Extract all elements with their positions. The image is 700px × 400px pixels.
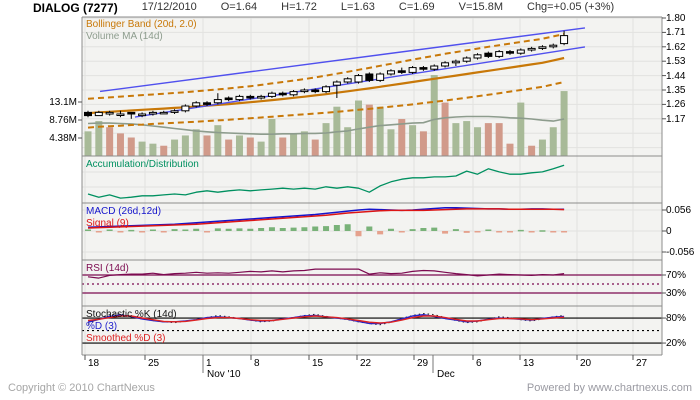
stoch-axis-label: 80% (666, 313, 687, 324)
legend-bollinger-band: Bollinger Band (20d, 2.0) (86, 19, 197, 30)
volume-axis-label: 4.38M (49, 133, 77, 144)
legend-macd: MACD (26d,12d) (86, 206, 162, 217)
date-tick-label: 22 (360, 358, 372, 369)
date-tick-label: 6 (476, 358, 482, 369)
date-tick-label: 1 (206, 358, 212, 369)
date-tick-label: 8 (254, 358, 260, 369)
date-tick-label: 27 (636, 358, 648, 369)
macd-axis-label: 0 (666, 226, 672, 237)
quote-close: C=1.69 (398, 1, 435, 13)
quote-open: O=1.64 (220, 1, 258, 13)
quote-volume: V=15.8M (458, 1, 503, 13)
price-axis-label: 1.71 (666, 27, 686, 38)
quote-low: L=1.63 (340, 1, 375, 13)
legend-stochastic-d: %D (3) (86, 321, 118, 332)
date-tick-label: 13 (523, 358, 535, 369)
date-tick-label: 29 (417, 358, 429, 369)
stoch-axis-label: 20% (666, 338, 687, 349)
date-tick-label: 15 (312, 358, 324, 369)
legend-signal: Signal (9) (86, 218, 129, 229)
price-axis-label: 1.44 (666, 71, 686, 82)
macd-axis-label: 0.056 (666, 205, 692, 216)
price-axis-label: 1.35 (666, 85, 686, 96)
volume-axis-label: 13.1M (49, 97, 77, 108)
date-tick-label: 25 (148, 358, 160, 369)
rsi-axis-label: 70% (666, 270, 687, 281)
powered-by-link[interactable]: Powered by www.chartnexus.com (527, 382, 692, 394)
volume-axis-label: 8.76M (49, 115, 77, 126)
month-label: Nov '10 (207, 369, 241, 380)
quote-header: DIALOG (7277) 17/12/2010 O=1.64 H=1.72 L… (33, 1, 614, 15)
quote-change: Chg=+0.05 (+3%) (527, 1, 615, 13)
macd-axis-label: -0.056 (666, 247, 695, 258)
date-tick-label: 20 (580, 358, 592, 369)
price-axis-label: 1.62 (666, 42, 686, 53)
price-axis-label: 1.26 (666, 99, 686, 110)
quote-date: 17/12/2010 (141, 1, 197, 13)
rsi-axis-label: 30% (666, 288, 687, 299)
symbol-title: DIALOG (7277) (33, 1, 118, 15)
legend-stochastic-k: Stochastic %K (14d) (86, 309, 177, 320)
price-axis-label: 1.53 (666, 56, 686, 67)
legend-accumulation-distribution: Accumulation/Distribution (86, 159, 199, 170)
month-label: Dec (437, 369, 455, 380)
legend-rsi: RSI (14d) (86, 263, 129, 274)
date-tick-label: 18 (88, 358, 100, 369)
legend-smoothed-d: Smoothed %D (3) (86, 333, 166, 344)
price-axis-label: 1.80 (666, 13, 686, 24)
quote-high: H=1.72 (281, 1, 317, 13)
price-axis-label: 1.17 (666, 114, 686, 125)
chartnexus-window: DIALOG (7277) 17/12/2010 O=1.64 H=1.72 L… (0, 0, 700, 400)
copyright-text: Copyright © 2010 ChartNexus (8, 382, 155, 394)
legend-volume-ma: Volume MA (14d) (86, 31, 163, 42)
